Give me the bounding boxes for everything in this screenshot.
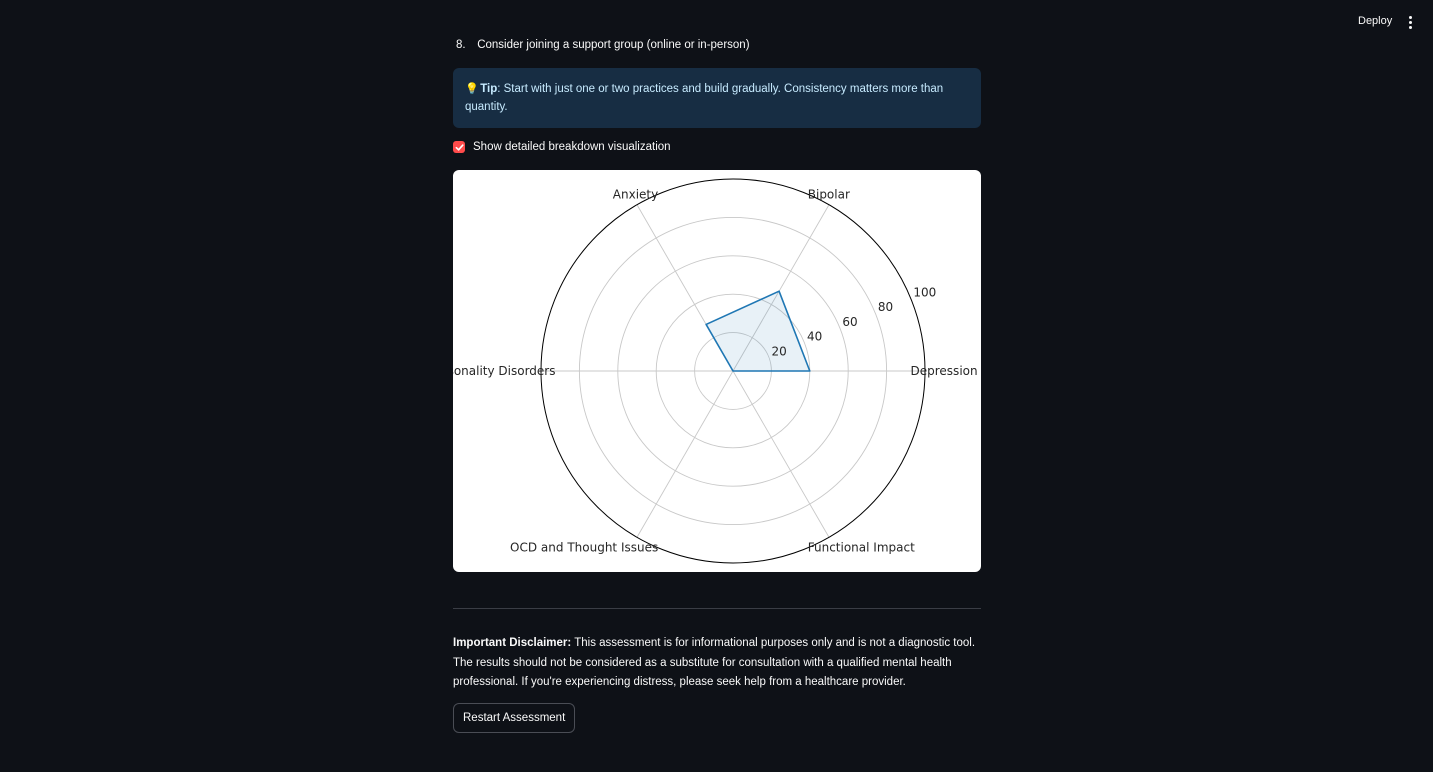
checkmark-icon — [455, 143, 464, 151]
lightbulb-icon: 💡 — [465, 83, 479, 95]
radar-tick-label: 100 — [913, 286, 936, 300]
show-breakdown-checkbox[interactable] — [453, 141, 465, 153]
list-item: 8. Consider joining a support group (onl… — [456, 39, 750, 51]
radar-category-label: Functional Impact — [808, 540, 915, 554]
radar-category-label: Anxiety — [613, 188, 658, 202]
disclaimer: Important Disclaimer: This assessment is… — [453, 634, 981, 693]
radar-tick-label: 80 — [878, 300, 893, 314]
show-breakdown-checkbox-row[interactable]: Show detailed breakdown visualization — [453, 141, 671, 153]
radar-chart-svg: 20 40 60 80 100 Depression Bipolar Anxiety Perso… — [453, 178, 978, 564]
divider — [453, 608, 981, 609]
restart-assessment-button[interactable]: Restart Assessment — [453, 703, 576, 733]
list-item-number: 8. — [456, 39, 466, 51]
radar-category-label: OCD and Thought Issues — [510, 540, 658, 554]
radar-tick-label: 40 — [807, 330, 822, 344]
radar-category-label: Personality Disorders — [453, 364, 555, 378]
tip-label: Tip — [480, 83, 498, 95]
deploy-button[interactable]: Deploy — [1350, 13, 1400, 29]
list-item-text: Consider joining a support group (online… — [477, 39, 750, 51]
vertical-ellipsis-icon[interactable] — [1402, 12, 1418, 32]
disclaimer-label: Important Disclaimer: — [453, 637, 572, 649]
tip-text: : Start with just one or two practices a… — [465, 83, 944, 113]
radar-category-label: Depression — [911, 364, 978, 378]
top-toolbar: Deploy — [0, 0, 1433, 44]
radar-spoke — [732, 370, 830, 538]
radar-category-label: Bipolar — [808, 188, 850, 202]
radar-chart: 20 40 60 80 100 Depression Bipolar Anxiety Perso… — [453, 170, 981, 572]
checkbox-label: Show detailed breakdown visualization — [473, 141, 671, 153]
radar-tick-label: 20 — [771, 344, 786, 358]
radar-tick-label: 60 — [842, 315, 857, 329]
radar-spoke — [636, 370, 734, 538]
tip-callout: 💡 Tip: Start with just one or two practi… — [453, 68, 981, 128]
